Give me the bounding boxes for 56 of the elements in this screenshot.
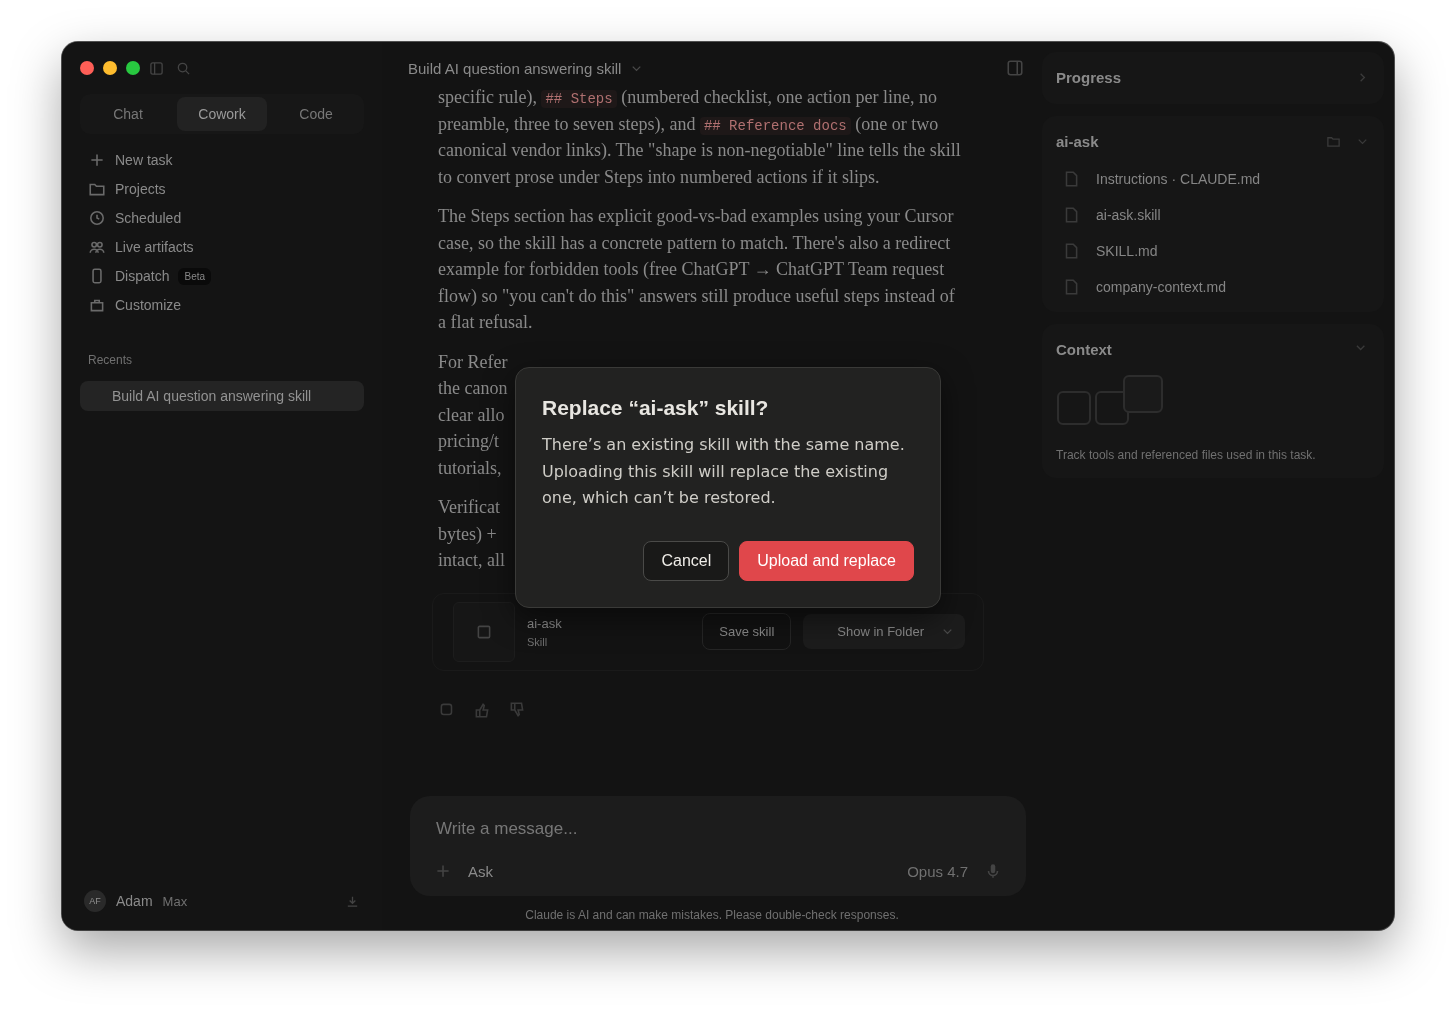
panel-icon[interactable] bbox=[1006, 59, 1024, 77]
file-item[interactable]: company-context.md bbox=[1096, 279, 1226, 295]
response-paragraph: The Steps section has explicit good-vs-bad examples using your Cursor case, so the skill has a concrete pattern to match. There's also a redirect example for forbidden tools (free ChatGPT → ChatGPT Team request flow) so "you can't do this" answers still produce useful steps instead of a flat refusal. bbox=[438, 205, 956, 334]
cancel-button[interactable]: Cancel bbox=[643, 540, 730, 581]
conversation-title[interactable]: Build AI question answering skill bbox=[408, 59, 622, 77]
nav-item[interactable]: Projects bbox=[115, 181, 166, 197]
search-icon[interactable] bbox=[176, 60, 191, 76]
panel-title[interactable]: ai-ask bbox=[1056, 132, 1099, 150]
panel-title[interactable]: Progress bbox=[1056, 68, 1122, 86]
response-text: pricing/t bbox=[438, 430, 499, 453]
response-text: tutorials, bbox=[438, 456, 502, 480]
response-text: bytes) + bbox=[438, 522, 497, 546]
artifact-type: Skill bbox=[527, 635, 549, 648]
response-text: Verificat bbox=[438, 496, 500, 519]
file-item[interactable]: SKILL.md bbox=[1096, 243, 1158, 259]
nav-item[interactable]: Customize bbox=[115, 297, 182, 313]
user-name[interactable]: Adam bbox=[116, 893, 153, 909]
zoom-icon[interactable] bbox=[126, 61, 140, 75]
context-note: Track tools and referenced files used in this task. bbox=[1056, 448, 1317, 462]
close-icon[interactable] bbox=[80, 61, 94, 75]
replace-button[interactable]: Upload and replace bbox=[739, 540, 914, 581]
nav-item[interactable]: Live artifacts bbox=[115, 239, 194, 255]
mode-tab[interactable]: Code bbox=[271, 97, 361, 131]
artifact-name: ai-ask bbox=[527, 615, 562, 631]
mode-selector[interactable]: Ask bbox=[468, 862, 493, 880]
plus-icon bbox=[88, 151, 106, 169]
nav-item[interactable]: New task bbox=[115, 152, 173, 168]
section-heading: Recents bbox=[87, 353, 134, 367]
response-text: intact, all bbox=[438, 549, 505, 572]
file-thumbnail[interactable] bbox=[453, 601, 515, 662]
response-text: For Refer bbox=[438, 350, 508, 374]
save-button[interactable]: Save skill bbox=[702, 613, 792, 650]
thumbs-down-icon[interactable] bbox=[508, 700, 526, 719]
file-item[interactable]: Instructions · CLAUDE.md bbox=[1096, 171, 1261, 187]
disclaimer-text: Claude is AI and can make mistakes. Please double-check responses. bbox=[524, 908, 900, 922]
clock-icon bbox=[88, 209, 106, 227]
beta-badge: Beta bbox=[178, 267, 212, 285]
plan-label: Max bbox=[162, 893, 188, 909]
avatar[interactable]: AF bbox=[84, 890, 106, 912]
dialog-message: There’s an existing skill with the same name. Uploading this skill will replace the existing one, which can’t be restored. bbox=[542, 434, 906, 509]
response-text: the canon bbox=[438, 377, 508, 400]
plus-icon[interactable] bbox=[434, 862, 452, 880]
model-selector[interactable]: Opus 4.7 bbox=[907, 862, 968, 880]
minimize-icon[interactable] bbox=[103, 61, 117, 75]
sidebar-icon[interactable] bbox=[149, 60, 164, 76]
mode-tab[interactable]: Chat bbox=[83, 97, 173, 131]
panel-title[interactable]: Context bbox=[1056, 340, 1112, 358]
nav-item[interactable]: Scheduled bbox=[115, 210, 182, 226]
response-paragraph: specific rule), ## Steps (numbered checklist, one action per line, no preamble, three to seven steps), and ## Reference docs (one or two canonical vendor links). The "shape is non-negotiable" line tells the skill to convert prose under Steps into numbered actions if it slips. bbox=[438, 86, 962, 189]
file-item[interactable]: ai-ask.skill bbox=[1096, 207, 1161, 223]
dialog-title: Replace “ai-ask” skill? bbox=[542, 396, 770, 420]
recent-item[interactable]: Build AI question answering skill bbox=[80, 381, 364, 411]
nav-item[interactable]: Dispatch bbox=[115, 268, 170, 284]
message-input[interactable]: Write a message... bbox=[434, 818, 1006, 840]
mode-tab[interactable]: Cowork bbox=[177, 97, 267, 131]
response-text: clear allo bbox=[438, 403, 505, 427]
